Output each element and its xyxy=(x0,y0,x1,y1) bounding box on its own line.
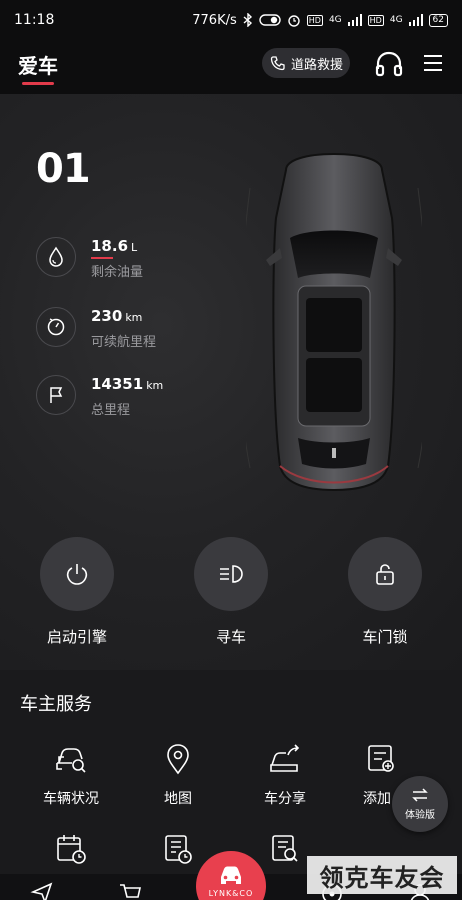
document-search-icon xyxy=(272,835,298,862)
add-document-icon xyxy=(368,745,394,772)
experience-version-button[interactable]: 体验版 xyxy=(392,776,448,832)
fuel-level-bar xyxy=(91,257,113,259)
tab-my-car[interactable]: 爱车 xyxy=(18,50,58,79)
service-car-share-label: 车分享 xyxy=(264,791,306,807)
mileage-unit: km xyxy=(146,379,164,392)
car-top-view-image xyxy=(246,152,422,492)
cart-icon[interactable] xyxy=(118,882,142,900)
toggle-icon xyxy=(259,14,281,26)
bluetooth-icon xyxy=(243,13,252,27)
start-engine-button[interactable] xyxy=(40,537,114,611)
mileage-value: 14351 km xyxy=(91,375,163,393)
send-icon[interactable] xyxy=(30,882,54,900)
fuel-drop-icon xyxy=(36,237,76,277)
door-lock-label: 车门锁 xyxy=(362,628,408,646)
status-bar: 11:18 776K/s HD 4G HD 4G 62 xyxy=(0,0,462,40)
range-stat: 230 km 可续航里程 xyxy=(36,307,236,351)
fuel-unit: L xyxy=(131,241,138,254)
vehicle-model-name: 01 xyxy=(36,146,91,192)
document-clock-icon xyxy=(165,835,192,864)
signal-4g-1: 4G xyxy=(328,15,342,25)
service-car-share[interactable]: 车分享 xyxy=(235,740,335,808)
map-pin-icon xyxy=(167,744,189,775)
owner-services-title: 车主服务 xyxy=(20,694,92,715)
start-engine-label: 启动引擎 xyxy=(46,628,107,646)
alarm-icon xyxy=(288,15,300,27)
owner-services-section: 车主服务 车辆状况 地图 车分享 添加 xyxy=(0,670,462,880)
car-share-icon xyxy=(270,744,300,772)
range-number: 230 xyxy=(91,307,123,325)
headlight-icon xyxy=(220,565,243,583)
car-search-icon xyxy=(56,748,86,773)
headphones-icon[interactable] xyxy=(374,49,404,79)
tab-underline xyxy=(22,82,54,85)
vehicle-overview: 01 18.6L 剩余油量 230km 可续航里程 14351km 总里程 xyxy=(0,94,462,670)
road-rescue-button[interactable]: 道路救援 xyxy=(262,48,350,78)
phone-icon xyxy=(270,56,285,71)
range-gauge-icon xyxy=(36,307,76,347)
service-map[interactable]: 地图 xyxy=(128,740,228,808)
service-map-label: 地图 xyxy=(164,791,192,807)
network-speed: 776K/s xyxy=(192,12,237,28)
start-engine-action[interactable]: 启动引擎 xyxy=(17,537,137,647)
hd-badge: HD xyxy=(306,14,323,26)
lock-icon xyxy=(376,564,394,585)
mileage-stat: 14351 km 总里程 xyxy=(36,375,236,419)
signal-4g-2: 4G xyxy=(389,15,403,25)
road-rescue-label: 道路救援 xyxy=(291,57,344,73)
find-car-button[interactable] xyxy=(194,537,268,611)
service-vehicle-status[interactable]: 车辆状况 xyxy=(21,740,121,808)
range-label: 可续航里程 xyxy=(91,335,157,350)
hd-badge-2: HD xyxy=(367,14,384,26)
door-lock-action[interactable]: 车门锁 xyxy=(325,537,445,647)
status-time: 11:18 xyxy=(14,12,55,28)
find-car-label: 寻车 xyxy=(215,628,246,646)
app-header: 爱车 道路救援 xyxy=(0,40,462,94)
fuel-value: 18.6 L xyxy=(91,237,137,255)
brand-logo-text: LYNK&CO xyxy=(208,889,254,898)
car-front-icon xyxy=(221,866,241,884)
experience-version-label: 体验版 xyxy=(405,810,435,821)
calendar-clock-icon xyxy=(57,835,86,864)
watermark: 领克车友会 xyxy=(307,856,457,894)
mileage-label: 总里程 xyxy=(91,403,131,418)
flag-icon xyxy=(36,375,76,415)
menu-icon[interactable] xyxy=(422,52,444,74)
battery-indicator: 62 xyxy=(428,13,448,27)
range-value: 230 km xyxy=(91,307,142,325)
door-lock-button[interactable] xyxy=(348,537,422,611)
power-icon xyxy=(66,564,88,585)
signal-bars-icon xyxy=(347,14,362,26)
service-vehicle-status-label: 车辆状况 xyxy=(43,791,99,807)
model-name-text: 01 xyxy=(36,146,91,192)
mileage-number: 14351 xyxy=(91,375,144,393)
find-car-action[interactable]: 寻车 xyxy=(171,537,291,647)
signal-bars-icon-2 xyxy=(408,14,423,26)
range-unit: km xyxy=(125,311,143,324)
fuel-label: 剩余油量 xyxy=(91,265,144,280)
fuel-stat: 18.6 L 剩余油量 xyxy=(36,237,236,281)
fuel-number: 18.6 xyxy=(91,237,129,255)
switch-arrows-icon xyxy=(412,788,428,802)
service-appointment[interactable] xyxy=(21,830,121,868)
